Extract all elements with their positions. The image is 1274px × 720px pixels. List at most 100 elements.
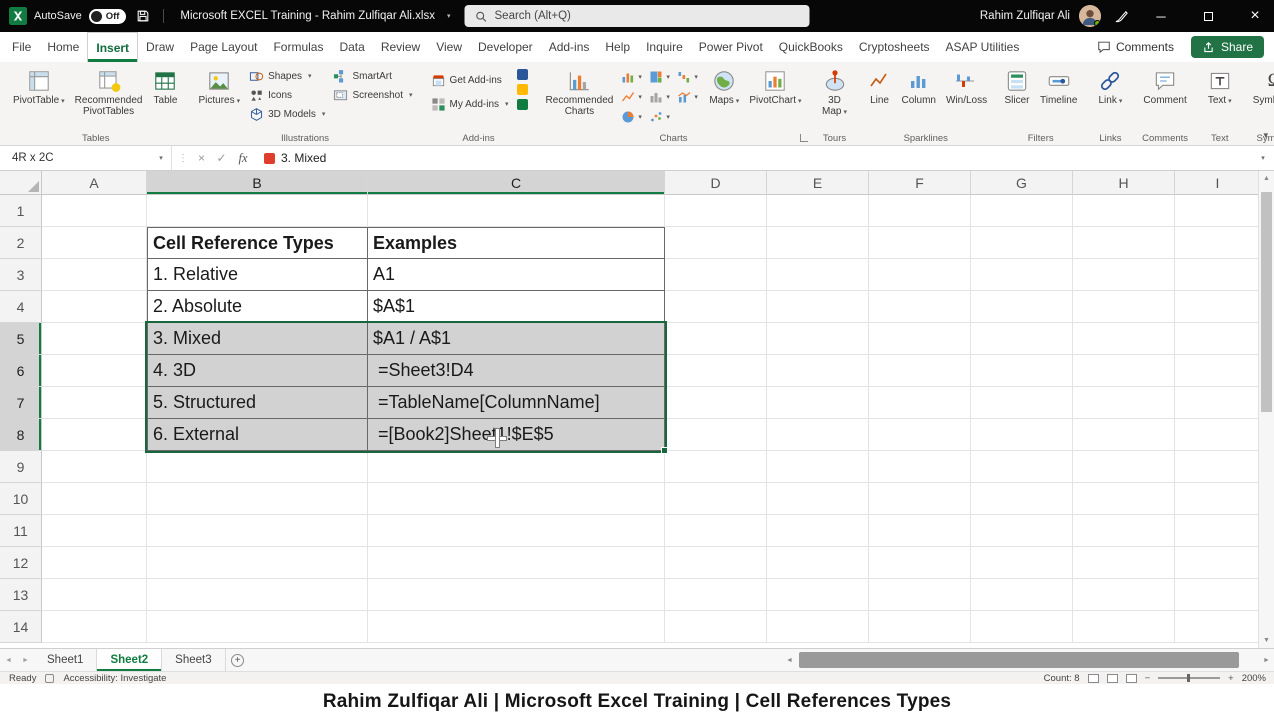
cell-H14[interactable] xyxy=(1073,611,1175,643)
cell-E7[interactable] xyxy=(767,387,869,419)
cell-D7[interactable] xyxy=(665,387,767,419)
row-header-8[interactable]: 8 xyxy=(0,419,42,451)
name-box-dropdown-icon[interactable]: ▾ xyxy=(151,154,171,162)
cell-D12[interactable] xyxy=(665,547,767,579)
3d-models-button[interactable]: 3D Models ▾ xyxy=(246,105,328,123)
cell-H6[interactable] xyxy=(1073,355,1175,387)
enter-entry-icon[interactable]: ✓ xyxy=(212,151,231,165)
cell-H11[interactable] xyxy=(1073,515,1175,547)
maximize-button[interactable] xyxy=(1189,0,1227,32)
cell-G7[interactable] xyxy=(971,387,1073,419)
insert-combo-chart-button[interactable]: ▾ xyxy=(675,87,703,107)
column-header-H[interactable]: H xyxy=(1073,171,1175,195)
cell-A13[interactable] xyxy=(42,579,147,611)
cell-F3[interactable] xyxy=(869,259,971,291)
cell-C13[interactable] xyxy=(368,579,665,611)
cell-H8[interactable] xyxy=(1073,419,1175,451)
cell-H10[interactable] xyxy=(1073,483,1175,515)
fill-handle[interactable] xyxy=(661,447,668,454)
autosave-toggle[interactable]: Off xyxy=(88,8,127,24)
menu-tab-data[interactable]: Data xyxy=(331,32,372,62)
addin-shortcut-green-icon[interactable] xyxy=(516,99,528,110)
user-name[interactable]: Rahim Zulfiqar Ali xyxy=(980,10,1070,22)
scroll-left-arrow[interactable]: ◄ xyxy=(782,657,797,664)
cell-B8[interactable]: 6. External xyxy=(147,419,368,451)
insert-line-chart-button[interactable]: ▾ xyxy=(619,87,647,107)
column-header-C[interactable]: C xyxy=(368,171,665,195)
zoom-out-button[interactable]: − xyxy=(1145,673,1151,684)
cell-C4[interactable]: $A$1 xyxy=(368,291,665,323)
insert-scatter-chart-button[interactable]: ▾ xyxy=(647,107,675,127)
cell-H4[interactable] xyxy=(1073,291,1175,323)
cell-F2[interactable] xyxy=(869,227,971,259)
zoom-slider-knob[interactable] xyxy=(1187,674,1191,682)
cell-D10[interactable] xyxy=(665,483,767,515)
cell-D2[interactable] xyxy=(665,227,767,259)
cell-A1[interactable] xyxy=(42,195,147,227)
row-header-7[interactable]: 7 xyxy=(0,387,42,419)
cell-I7[interactable] xyxy=(1175,387,1258,419)
cell-C12[interactable] xyxy=(368,547,665,579)
row-header-9[interactable]: 9 xyxy=(0,451,42,483)
recommended-charts-button[interactable]: Recommended Charts xyxy=(542,65,618,119)
cell-A4[interactable] xyxy=(42,291,147,323)
sheet-nav-right-icon[interactable]: ► xyxy=(17,649,34,671)
timeline-button[interactable]: Timeline xyxy=(1036,65,1081,108)
cell-D6[interactable] xyxy=(665,355,767,387)
menu-tab-home[interactable]: Home xyxy=(39,32,87,62)
cell-H12[interactable] xyxy=(1073,547,1175,579)
sparkline-line-button[interactable]: Line xyxy=(864,65,896,108)
cell-G2[interactable] xyxy=(971,227,1073,259)
cell-G3[interactable] xyxy=(971,259,1073,291)
zoom-slider[interactable] xyxy=(1158,674,1221,682)
text-button[interactable]: Text ▾ xyxy=(1203,65,1237,108)
sparkline-column-button[interactable]: Column xyxy=(898,65,940,108)
cell-B11[interactable] xyxy=(147,515,368,547)
cell-G11[interactable] xyxy=(971,515,1073,547)
menu-tab-cryptosheets[interactable]: Cryptosheets xyxy=(851,32,938,62)
cell-D14[interactable] xyxy=(665,611,767,643)
cell-B1[interactable] xyxy=(147,195,368,227)
cell-I9[interactable] xyxy=(1175,451,1258,483)
insert-hierarchy-chart-button[interactable]: ▾ xyxy=(647,67,675,87)
cancel-entry-icon[interactable]: × xyxy=(192,151,211,165)
new-sheet-button[interactable]: + xyxy=(226,649,250,671)
cell-H3[interactable] xyxy=(1073,259,1175,291)
menu-tab-power-pivot[interactable]: Power Pivot xyxy=(691,32,771,62)
cell-B12[interactable] xyxy=(147,547,368,579)
share-button[interactable]: Share xyxy=(1190,36,1264,58)
cell-B2[interactable]: Cell Reference Types xyxy=(147,227,368,259)
smartart-button[interactable]: SmartArt xyxy=(330,67,415,85)
comments-button[interactable]: Comments xyxy=(1088,37,1183,57)
cell-C9[interactable] xyxy=(368,451,665,483)
row-header-3[interactable]: 3 xyxy=(0,259,42,291)
formula-bar-expand-icon[interactable]: ▾ xyxy=(1252,146,1274,170)
menu-tab-developer[interactable]: Developer xyxy=(470,32,541,62)
zoom-in-button[interactable]: + xyxy=(1228,673,1234,684)
cell-B7[interactable]: 5. Structured xyxy=(147,387,368,419)
cell-E11[interactable] xyxy=(767,515,869,547)
minimize-button[interactable]: ─ xyxy=(1142,0,1180,32)
shapes-button[interactable]: Shapes ▾ xyxy=(246,67,328,85)
page-layout-view-button[interactable] xyxy=(1106,673,1118,683)
row-header-2[interactable]: 2 xyxy=(0,227,42,259)
cell-E10[interactable] xyxy=(767,483,869,515)
close-button[interactable]: × xyxy=(1236,0,1274,32)
excel-logo-icon[interactable] xyxy=(9,7,27,25)
sparkline-winloss-button[interactable]: Win/Loss xyxy=(942,65,988,108)
menu-tab-help[interactable]: Help xyxy=(597,32,638,62)
cell-E8[interactable] xyxy=(767,419,869,451)
insert-waterfall-chart-button[interactable]: ▾ xyxy=(675,67,703,87)
cell-F5[interactable] xyxy=(869,323,971,355)
collapse-ribbon-icon[interactable]: ▾ xyxy=(1263,130,1268,141)
row-header-5[interactable]: 5 xyxy=(0,323,42,355)
cell-I6[interactable] xyxy=(1175,355,1258,387)
sheet-tab-sheet3[interactable]: Sheet3 xyxy=(162,649,226,671)
vertical-scroll-thumb[interactable] xyxy=(1261,192,1272,412)
pivotchart-button[interactable]: PivotChart ▾ xyxy=(745,65,805,108)
cell-H2[interactable] xyxy=(1073,227,1175,259)
cell-A3[interactable] xyxy=(42,259,147,291)
row-header-11[interactable]: 11 xyxy=(0,515,42,547)
insert-function-icon[interactable]: fx xyxy=(232,151,254,166)
cell-I8[interactable] xyxy=(1175,419,1258,451)
